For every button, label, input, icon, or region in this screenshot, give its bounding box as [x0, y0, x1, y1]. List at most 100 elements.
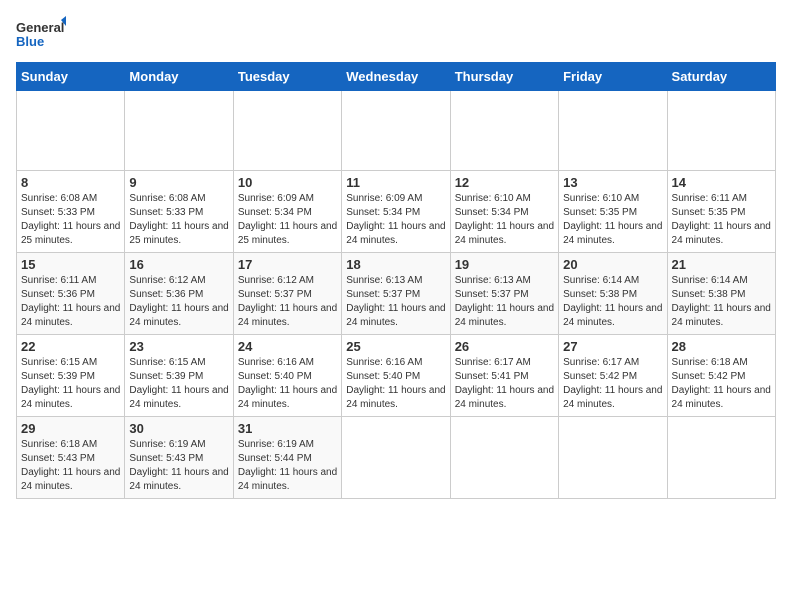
cell-content: Sunrise: 6:17 AMSunset: 5:42 PMDaylight:… — [563, 356, 662, 412]
day-number: 16 — [129, 257, 228, 272]
cell-content: Sunrise: 6:14 AMSunset: 5:38 PMDaylight:… — [563, 274, 662, 330]
cell-content: Sunrise: 6:10 AMSunset: 5:35 PMDaylight:… — [563, 192, 662, 248]
cell-content: Sunrise: 6:09 AMSunset: 5:34 PMDaylight:… — [346, 192, 445, 248]
day-number: 9 — [129, 175, 228, 190]
day-number: 31 — [238, 421, 337, 436]
day-cell-19: 19 Sunrise: 6:13 AMSunset: 5:37 PMDayligh… — [450, 253, 558, 335]
cell-content: Sunrise: 6:18 AMSunset: 5:42 PMDaylight:… — [672, 356, 771, 412]
cell-content: Sunrise: 6:11 AMSunset: 5:36 PMDaylight:… — [21, 274, 120, 330]
day-number: 20 — [563, 257, 662, 272]
day-cell-12: 12 Sunrise: 6:10 AMSunset: 5:34 PMDayligh… — [450, 171, 558, 253]
page-header: General Blue — [16, 16, 776, 58]
cell-content: Sunrise: 6:19 AMSunset: 5:43 PMDaylight:… — [129, 438, 228, 494]
day-cell-11: 11 Sunrise: 6:09 AMSunset: 5:34 PMDayligh… — [342, 171, 450, 253]
cell-content: Sunrise: 6:13 AMSunset: 5:37 PMDaylight:… — [346, 274, 445, 330]
day-number: 29 — [21, 421, 120, 436]
empty-cell — [667, 91, 775, 171]
day-number: 17 — [238, 257, 337, 272]
day-cell-24: 24 Sunrise: 6:16 AMSunset: 5:40 PMDayligh… — [233, 335, 341, 417]
day-cell-26: 26Sunrise: 6:17 AMSunset: 5:41 PMDayligh… — [450, 335, 558, 417]
empty-cell — [233, 91, 341, 171]
day-cell-21: 21 Sunrise: 6:14 AMSunset: 5:38 PMDayligh… — [667, 253, 775, 335]
day-number: 12 — [455, 175, 554, 190]
header-monday: Monday — [125, 63, 233, 91]
header-sunday: Sunday — [17, 63, 125, 91]
calendar-week-1 — [17, 91, 776, 171]
day-cell-15: 15 Sunrise: 6:11 AMSunset: 5:36 PMDayligh… — [17, 253, 125, 335]
day-cell-29: 29 Sunrise: 6:18 AMSunset: 5:43 PMDayligh… — [17, 417, 125, 499]
header-thursday: Thursday — [450, 63, 558, 91]
day-cell-13: 13 Sunrise: 6:10 AMSunset: 5:35 PMDayligh… — [559, 171, 667, 253]
day-number: 8 — [21, 175, 120, 190]
cell-content: Sunrise: 6:16 AMSunset: 5:40 PMDaylight:… — [238, 356, 337, 412]
day-cell-9: 9 Sunrise: 6:08 AMSunset: 5:33 PMDaylight… — [125, 171, 233, 253]
logo: General Blue — [16, 16, 66, 58]
day-cell-22: 22 Sunrise: 6:15 AMSunset: 5:39 PMDayligh… — [17, 335, 125, 417]
empty-cell — [342, 417, 450, 499]
day-cell-31: 31 Sunrise: 6:19 AMSunset: 5:44 PMDayligh… — [233, 417, 341, 499]
day-cell-17: 17 Sunrise: 6:12 AMSunset: 5:37 PMDayligh… — [233, 253, 341, 335]
day-number: 10 — [238, 175, 337, 190]
cell-content: Sunrise: 6:09 AMSunset: 5:34 PMDaylight:… — [238, 192, 337, 248]
day-cell-8: 8 Sunrise: 6:08 AMSunset: 5:33 PMDaylight… — [17, 171, 125, 253]
cell-content: Sunrise: 6:13 AMSunset: 5:37 PMDaylight:… — [455, 274, 554, 330]
cell-content: Sunrise: 6:08 AMSunset: 5:33 PMDaylight:… — [21, 192, 120, 248]
day-number: 15 — [21, 257, 120, 272]
day-cell-23: 23 Sunrise: 6:15 AMSunset: 5:39 PMDayligh… — [125, 335, 233, 417]
empty-cell — [559, 417, 667, 499]
calendar-week-5: 29 Sunrise: 6:18 AMSunset: 5:43 PMDayligh… — [17, 417, 776, 499]
day-cell-14: 14 Sunrise: 6:11 AMSunset: 5:35 PMDayligh… — [667, 171, 775, 253]
day-number: 22 — [21, 339, 120, 354]
cell-content: Sunrise: 6:11 AMSunset: 5:35 PMDaylight:… — [672, 192, 771, 248]
day-cell-30: 30 Sunrise: 6:19 AMSunset: 5:43 PMDayligh… — [125, 417, 233, 499]
day-number: 28 — [672, 339, 771, 354]
day-number: 19 — [455, 257, 554, 272]
calendar-week-4: 22 Sunrise: 6:15 AMSunset: 5:39 PMDayligh… — [17, 335, 776, 417]
day-number: 30 — [129, 421, 228, 436]
calendar-week-3: 15 Sunrise: 6:11 AMSunset: 5:36 PMDayligh… — [17, 253, 776, 335]
cell-content: Sunrise: 6:12 AMSunset: 5:36 PMDaylight:… — [129, 274, 228, 330]
day-cell-20: 20 Sunrise: 6:14 AMSunset: 5:38 PMDayligh… — [559, 253, 667, 335]
day-cell-25: 25 Sunrise: 6:16 AMSunset: 5:40 PMDayligh… — [342, 335, 450, 417]
day-cell-18: 18 Sunrise: 6:13 AMSunset: 5:37 PMDayligh… — [342, 253, 450, 335]
svg-text:Blue: Blue — [16, 34, 44, 49]
cell-content: Sunrise: 6:14 AMSunset: 5:38 PMDaylight:… — [672, 274, 771, 330]
day-number: 27 — [563, 339, 662, 354]
header-wednesday: Wednesday — [342, 63, 450, 91]
day-number: 11 — [346, 175, 445, 190]
day-number: 21 — [672, 257, 771, 272]
header-friday: Friday — [559, 63, 667, 91]
day-number: 24 — [238, 339, 337, 354]
cell-content: Sunrise: 6:19 AMSunset: 5:44 PMDaylight:… — [238, 438, 337, 494]
header-tuesday: Tuesday — [233, 63, 341, 91]
day-cell-27: 27 Sunrise: 6:17 AMSunset: 5:42 PMDayligh… — [559, 335, 667, 417]
empty-cell — [450, 91, 558, 171]
day-cell-10: 10 Sunrise: 6:09 AMSunset: 5:34 PMDayligh… — [233, 171, 341, 253]
svg-text:General: General — [16, 20, 64, 35]
cell-content: Sunrise: 6:17 AMSunset: 5:41 PMDaylight:… — [455, 356, 554, 412]
calendar-table: SundayMondayTuesdayWednesdayThursdayFrid… — [16, 62, 776, 499]
empty-cell — [450, 417, 558, 499]
cell-content: Sunrise: 6:12 AMSunset: 5:37 PMDaylight:… — [238, 274, 337, 330]
day-cell-16: 16 Sunrise: 6:12 AMSunset: 5:36 PMDayligh… — [125, 253, 233, 335]
cell-content: Sunrise: 6:15 AMSunset: 5:39 PMDaylight:… — [21, 356, 120, 412]
day-number: 13 — [563, 175, 662, 190]
day-number: 18 — [346, 257, 445, 272]
cell-content: Sunrise: 6:18 AMSunset: 5:43 PMDaylight:… — [21, 438, 120, 494]
cell-content: Sunrise: 6:10 AMSunset: 5:34 PMDaylight:… — [455, 192, 554, 248]
cell-content: Sunrise: 6:15 AMSunset: 5:39 PMDaylight:… — [129, 356, 228, 412]
empty-cell — [559, 91, 667, 171]
day-number: 14 — [672, 175, 771, 190]
header-saturday: Saturday — [667, 63, 775, 91]
logo-svg: General Blue — [16, 16, 66, 58]
day-cell-28: 28 Sunrise: 6:18 AMSunset: 5:42 PMDayligh… — [667, 335, 775, 417]
empty-cell — [667, 417, 775, 499]
empty-cell — [125, 91, 233, 171]
cell-content: Sunrise: 6:16 AMSunset: 5:40 PMDaylight:… — [346, 356, 445, 412]
cell-content: Sunrise: 6:08 AMSunset: 5:33 PMDaylight:… — [129, 192, 228, 248]
day-number: 25 — [346, 339, 445, 354]
calendar-header: SundayMondayTuesdayWednesdayThursdayFrid… — [17, 63, 776, 91]
calendar-week-2: 8 Sunrise: 6:08 AMSunset: 5:33 PMDaylight… — [17, 171, 776, 253]
day-number: 23 — [129, 339, 228, 354]
empty-cell — [17, 91, 125, 171]
